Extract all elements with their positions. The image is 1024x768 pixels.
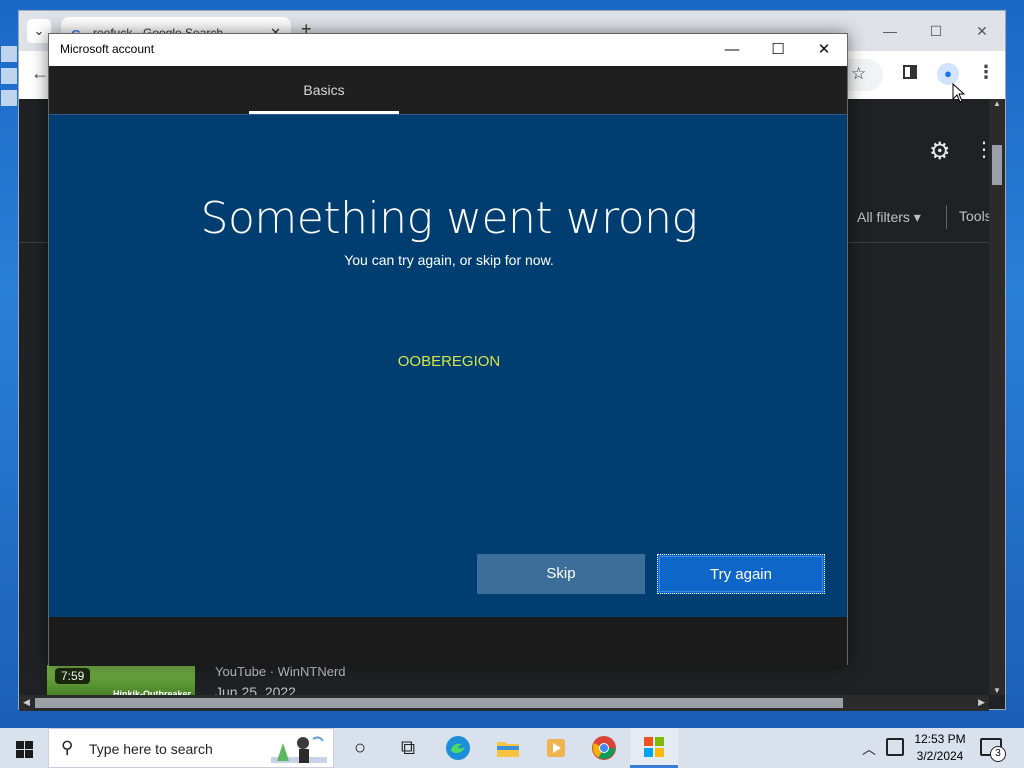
desktop-icon[interactable]: [1, 90, 17, 106]
start-button[interactable]: [0, 728, 48, 768]
video-icon: [547, 739, 565, 757]
dialog-body: Something went wrong You can try again, …: [49, 114, 847, 617]
windows-logo-icon: [16, 741, 24, 749]
tools-button[interactable]: Tools: [959, 208, 992, 224]
skip-button[interactable]: Skip: [477, 554, 645, 594]
microsoft-store-icon[interactable]: [630, 728, 678, 768]
try-again-button[interactable]: Try again: [657, 554, 825, 594]
taskbar: ⚲ Type here to search ○ ⧉ ︿ 12:53 PM 3/2…: [0, 728, 1024, 768]
clock-time[interactable]: 12:53 PM: [914, 732, 966, 746]
search-highlight-illustration: [271, 736, 327, 763]
scroll-left-icon[interactable]: ◀: [23, 697, 30, 708]
show-hidden-icons-chevron-icon[interactable]: ︿: [862, 739, 876, 759]
network-icon[interactable]: [886, 738, 904, 756]
scroll-down-icon[interactable]: ▼: [993, 686, 1001, 695]
tab-basics: Basics: [249, 66, 399, 114]
windows-logo-icon: [25, 741, 33, 749]
dialog-title: Microsoft account: [60, 42, 155, 56]
profile-avatar-icon[interactable]: ●: [937, 63, 959, 85]
maximize-icon[interactable]: ☐: [755, 34, 801, 66]
vertical-scrollbar[interactable]: ▲ ▼: [989, 99, 1005, 695]
search-placeholder: Type here to search: [89, 741, 213, 757]
notification-count-badge: 3: [990, 746, 1006, 762]
side-panel-icon[interactable]: [903, 65, 917, 79]
chrome-taskbar-icon[interactable]: [580, 728, 628, 768]
desktop-icons: [0, 40, 18, 360]
error-heading: Something went wrong: [200, 193, 698, 244]
all-filters-dropdown[interactable]: All filters ▾: [857, 209, 921, 226]
error-subheading: You can try again, or skip for now.: [344, 252, 554, 268]
all-filters-label: All filters: [857, 209, 910, 225]
minimize-icon[interactable]: —: [709, 34, 755, 66]
file-explorer-icon[interactable]: [484, 728, 532, 768]
search-icon: ⚲: [61, 738, 74, 757]
windows-logo-icon: [16, 750, 24, 758]
vertical-scroll-thumb[interactable]: [992, 145, 1002, 185]
dialog-titlebar: Microsoft account — ☐ ✕: [49, 34, 847, 66]
video-duration-badge: 7:59: [55, 668, 91, 684]
chrome-close-icon[interactable]: ✕: [959, 11, 1005, 51]
result-source[interactable]: YouTube · WinNTNerd: [215, 664, 346, 679]
chrome-minimize-icon[interactable]: —: [867, 11, 913, 51]
chrome-logo: [592, 736, 616, 760]
microsoft-logo: [644, 737, 664, 757]
microsoft-account-dialog: Microsoft account — ☐ ✕ Basics Something…: [48, 33, 848, 666]
task-view-icon[interactable]: ⧉: [384, 728, 432, 768]
desktop-icon[interactable]: [1, 68, 17, 84]
back-arrow-icon[interactable]: ←: [31, 63, 49, 84]
scroll-up-icon[interactable]: ▲: [993, 99, 1001, 108]
cortana-icon[interactable]: ○: [336, 728, 384, 768]
settings-gear-icon[interactable]: ⚙: [929, 137, 951, 166]
edge-browser-icon[interactable]: [434, 728, 482, 768]
close-icon[interactable]: ✕: [801, 34, 847, 66]
horizontal-scrollbar[interactable]: ◀ ▶: [19, 695, 989, 711]
chrome-window-controls: — ☐ ✕: [867, 11, 1005, 51]
clock-date[interactable]: 3/2/2024: [914, 749, 966, 763]
filter-divider: [946, 205, 947, 229]
bookmark-star-icon[interactable]: ☆: [851, 64, 866, 84]
horizontal-scroll-thumb[interactable]: [35, 698, 843, 708]
dialog-footer: [49, 617, 847, 666]
chrome-maximize-icon[interactable]: ☐: [913, 11, 959, 51]
error-code: OOBEREGION: [397, 353, 501, 370]
dialog-window-controls: — ☐ ✕: [709, 34, 847, 66]
media-player-icon[interactable]: [532, 728, 580, 768]
folder-icon: [497, 742, 519, 757]
chrome-menu-icon[interactable]: ⋮: [977, 62, 995, 83]
scroll-right-icon[interactable]: ▶: [978, 697, 985, 708]
taskbar-search-box[interactable]: ⚲ Type here to search: [48, 728, 334, 768]
desktop-icon[interactable]: [1, 46, 17, 62]
dialog-progress-header: Basics: [49, 66, 847, 114]
windows-logo-icon: [25, 750, 33, 758]
edge-logo: [446, 736, 470, 760]
